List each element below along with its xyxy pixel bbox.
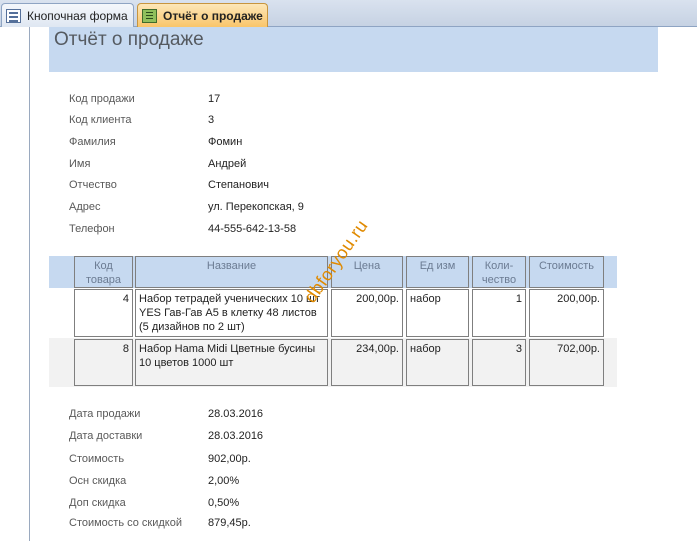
row-name-cell: Набор Hama Midi Цветные бусины 10 цветов…: [135, 339, 328, 386]
column-header-cost: Стоимость: [529, 256, 604, 288]
form-icon: [6, 8, 21, 23]
column-header-qty: Коли- чество: [472, 256, 526, 288]
first-name-label: Имя: [69, 158, 91, 170]
client-id-label: Код клиента: [69, 114, 132, 126]
first-name-value: Андрей: [208, 158, 247, 170]
tab-sale-report[interactable]: Отчёт о продаже: [137, 3, 268, 27]
row-qty-cell: 1: [472, 289, 526, 337]
row-qty-cell: 3: [472, 339, 526, 386]
discounted-cost-value: 879,45р.: [208, 517, 251, 529]
report-title-band: Отчёт о продаже: [49, 27, 658, 72]
right-margin: [673, 27, 697, 541]
column-header-line: товара: [85, 274, 122, 286]
row-unit-cell: набор: [406, 339, 469, 386]
main-discount-label: Осн скидка: [69, 475, 127, 487]
patronymic-label: Отчество: [69, 179, 117, 191]
extra-discount-label: Доп скидка: [69, 497, 126, 509]
report-title: Отчёт о продаже: [54, 29, 204, 50]
sale-id-label: Код продажи: [69, 93, 135, 105]
extra-discount-value: 0,50%: [208, 497, 240, 509]
row-cost-cell: 200,00р.: [529, 289, 604, 337]
row-cost-cell: 702,00р.: [529, 339, 604, 386]
row-name-cell: Набор тетрадей ученических 10 шт YES Гав…: [135, 289, 328, 337]
sale-date-value: 28.03.2016: [208, 408, 264, 420]
row-code-cell: 8: [74, 339, 133, 386]
delivery-date-label: Дата доставки: [69, 430, 143, 442]
row-unit-cell: набор: [406, 289, 469, 337]
report-icon: [142, 8, 157, 23]
row-price-cell: 200,00р.: [331, 289, 403, 337]
row-code-cell: 4: [74, 289, 133, 337]
column-header-unit: Ед изм: [406, 256, 469, 288]
main-discount-value: 2,00%: [208, 475, 240, 487]
delivery-date-value: 28.03.2016: [208, 430, 264, 442]
address-label: Адрес: [69, 201, 101, 213]
client-id-value: 3: [208, 114, 215, 126]
sale-date-label: Дата продажи: [69, 408, 141, 420]
row-price-cell: 234,00р.: [331, 339, 403, 386]
patronymic-value: Степанович: [208, 179, 269, 191]
column-header-line: Код: [94, 260, 113, 272]
column-header-line: чество: [481, 274, 517, 286]
left-margin: [0, 27, 29, 541]
surname-label: Фамилия: [69, 136, 116, 148]
column-header-code: Код товара: [74, 256, 133, 288]
document-tab-bar: Кнопочная форма Отчёт о продаже: [0, 0, 697, 27]
total-cost-label: Стоимость: [69, 453, 125, 465]
discounted-cost-label: Стоимость со скидкой: [69, 517, 182, 529]
phone-label: Телефон: [69, 223, 115, 235]
column-header-name: Название: [135, 256, 328, 288]
tab-label: Кнопочная форма: [27, 8, 128, 23]
sale-id-value: 17: [208, 93, 221, 105]
tab-switchboard-form[interactable]: Кнопочная форма: [1, 3, 134, 27]
column-header-line: Стоимость: [538, 260, 595, 272]
surname-value: Фомин: [208, 136, 243, 148]
column-header-line: Название: [206, 260, 257, 272]
address-value: ул. Перекопская, 9: [208, 201, 304, 213]
phone-value: 44-555-642-13-58: [208, 223, 297, 235]
tab-label: Отчёт о продаже: [163, 8, 263, 23]
column-header-line: Коли-: [484, 260, 514, 272]
column-header-line: Ед изм: [419, 260, 456, 272]
total-cost-value: 902,00р.: [208, 453, 251, 465]
